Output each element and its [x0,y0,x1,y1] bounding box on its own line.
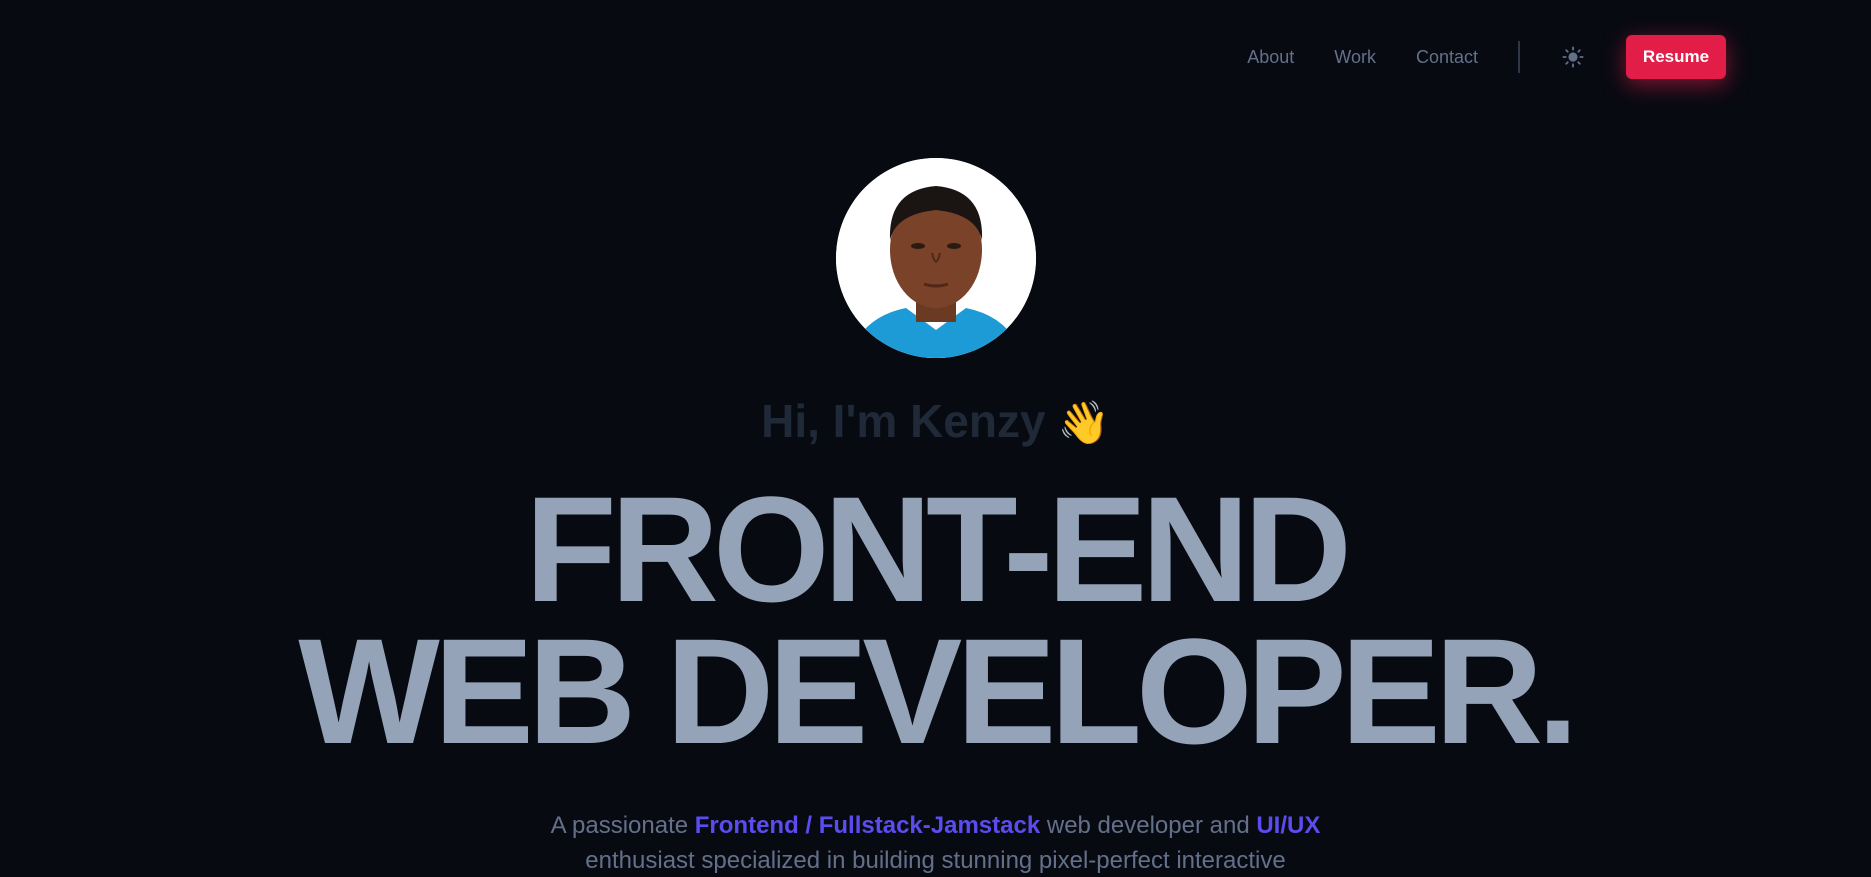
waving-hand-icon: 👋 [1057,399,1110,446]
greeting-text: Hi, I'm Kenzy [761,395,1046,447]
hero-headline: FRONT-END WEB DEVELOPER. [0,465,1871,775]
page: About Work Contact Resume Hi, I'm Kenzy … [0,0,1871,877]
top-nav: About Work Contact Resume [1247,34,1726,80]
intro-text-3: enthusiast specialized in building stunn… [585,847,1286,874]
avatar [836,158,1036,358]
intro-highlight-uiux: UI/UX [1256,812,1321,839]
headline-line-2: WEB DEVELOPER. [298,607,1579,775]
sun-icon[interactable] [1560,44,1586,70]
intro-text-1: A passionate [550,812,695,839]
resume-button[interactable]: Resume [1626,35,1726,79]
nav-link-work[interactable]: Work [1334,47,1376,68]
intro-text-2: web developer and [1040,812,1257,839]
intro-highlight-stack: Frontend / Fullstack-Jamstack [694,812,1041,839]
hero-intro: A passionate Frontend / Fullstack-Jamsta… [500,808,1371,877]
nav-link-about[interactable]: About [1247,47,1294,68]
nav-divider [1518,41,1520,73]
greeting: Hi, I'm Kenzy 👋 [0,394,1871,448]
nav-link-contact[interactable]: Contact [1416,47,1478,68]
headline-line-1: FRONT-END [525,465,1352,633]
